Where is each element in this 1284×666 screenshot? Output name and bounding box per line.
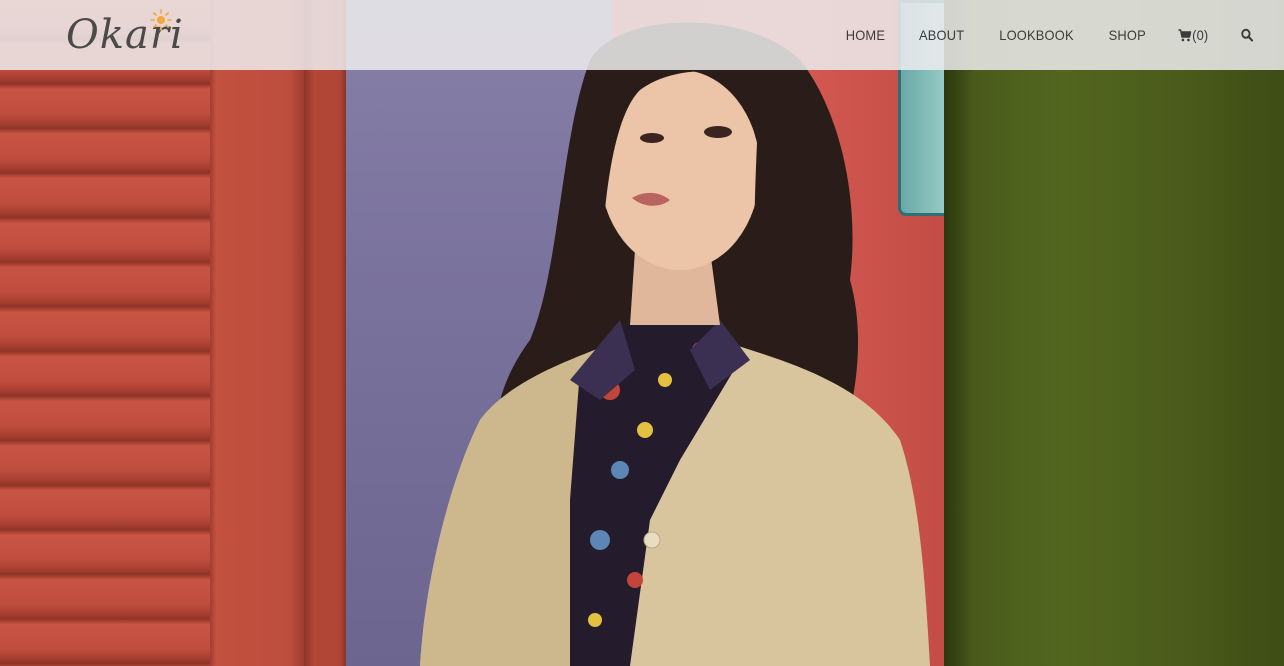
site-logo[interactable]: Okari [66, 6, 184, 64]
hero-shutter [0, 0, 212, 666]
nav-lookbook[interactable]: LOOKBOOK [999, 27, 1073, 43]
nav-home[interactable]: HOME [845, 27, 884, 43]
hero-green-shade [944, 0, 974, 666]
sun-icon [150, 9, 172, 36]
cart-icon [1178, 28, 1192, 42]
hero-frame-strip [304, 0, 348, 666]
hero-shutter-frame [210, 0, 306, 666]
hero-model [420, 20, 940, 666]
hero-green-foreground [944, 0, 1284, 666]
hero-image [0, 0, 1284, 666]
nav-shop[interactable]: SHOP [1108, 27, 1145, 43]
search-icon [1241, 28, 1254, 42]
nav-search[interactable] [1241, 28, 1254, 42]
cart-count: (0) [1192, 27, 1209, 43]
nav-cart[interactable]: (0) [1178, 27, 1209, 43]
main-nav: HOME ABOUT LOOKBOOK SHOP (0) [814, 0, 1254, 70]
nav-about[interactable]: ABOUT [919, 27, 964, 43]
site-header: Okari HOME ABOUT LOOKBOOK SHOP (0) [0, 0, 1284, 70]
